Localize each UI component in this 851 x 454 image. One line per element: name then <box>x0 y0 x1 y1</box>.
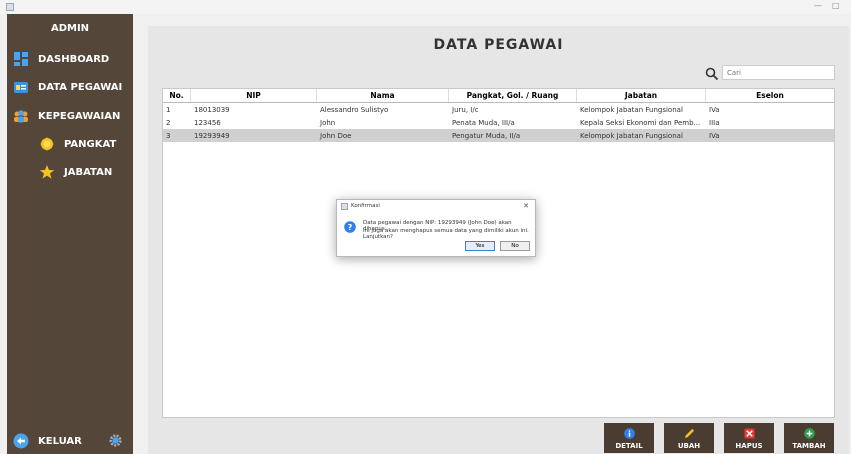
logout-button[interactable]: KELUAR <box>13 430 82 452</box>
cell-pangkat: Penata Muda, III/a <box>452 118 515 127</box>
yes-button[interactable]: Yes <box>465 241 495 251</box>
cell-no: 3 <box>166 131 171 140</box>
dialog-message-line2: Ini juga akan menghapus semua data yang … <box>363 228 529 240</box>
cell-eselon: IVa <box>709 105 720 114</box>
column-header-eselon[interactable]: Eselon <box>706 89 834 102</box>
cell-nip: 19293949 <box>194 131 230 140</box>
logout-icon <box>13 433 29 449</box>
cell-jabatan: Kepala Seksi Ekonomi dan Pemb... <box>580 118 701 127</box>
cell-nama: Alessandro Sulistyo <box>320 105 389 114</box>
svg-text:?: ? <box>348 223 353 232</box>
sidebar-item-label: JABATAN <box>64 166 113 178</box>
sidebar-item-kepegawaian[interactable]: KEPEGAWAIAN <box>13 105 120 127</box>
close-icon[interactable]: ✕ <box>523 202 529 210</box>
dashboard-icon <box>13 51 29 67</box>
cell-pangkat: Juru, I/c <box>452 105 479 114</box>
app-icon <box>6 3 14 11</box>
sidebar-item-jabatan[interactable]: JABATAN <box>39 161 112 183</box>
info-icon <box>623 428 635 439</box>
hapus-button[interactable]: HAPUS <box>724 423 774 453</box>
dialog-title: Konfirmasi <box>351 203 380 209</box>
cell-pangkat: Pengatur Muda, II/a <box>452 131 521 140</box>
ubah-button[interactable]: UBAH <box>664 423 714 453</box>
cell-no: 2 <box>166 118 171 127</box>
cell-eselon: IIIa <box>709 118 720 127</box>
medal-icon <box>39 136 55 152</box>
sidebar-item-label: PANGKAT <box>64 138 117 150</box>
sidebar-item-data-pegawai[interactable]: DATA PEGAWAI <box>13 76 122 98</box>
no-button[interactable]: No <box>500 241 530 251</box>
sidebar-item-label: KEPEGAWAIAN <box>38 110 121 122</box>
id-card-icon <box>13 79 29 95</box>
settings-icon[interactable] <box>108 433 123 448</box>
cell-eselon: IVa <box>709 131 720 140</box>
sidebar: ADMIN DASHBOARD DATA PEGAWAI KEPEGAWAIAN… <box>7 14 133 454</box>
ubah-label: UBAH <box>677 442 701 450</box>
cell-jabatan: Kelompok Jabatan Fungsional <box>580 131 683 140</box>
cell-nama: John Doe <box>320 131 352 140</box>
sidebar-item-pangkat[interactable]: PANGKAT <box>39 133 116 155</box>
table-row[interactable]: 1 18013039 Alessandro Sulistyo Juru, I/c… <box>163 103 834 116</box>
sidebar-title: ADMIN <box>50 23 90 34</box>
detail-label: DETAIL <box>615 442 643 450</box>
dialog-titlebar: Konfirmasi ✕ <box>337 200 535 213</box>
people-icon <box>13 108 29 124</box>
table-header: No. NIP Nama Pangkat, Gol. / Ruang Jabat… <box>163 89 834 103</box>
column-header-jabatan[interactable]: Jabatan <box>577 89 706 102</box>
search-input[interactable] <box>722 65 835 80</box>
pencil-icon <box>684 428 695 439</box>
table-row-selected[interactable]: 3 19293949 John Doe Pengatur Muda, II/a … <box>163 129 834 142</box>
page-title: DATA PEGAWAI <box>433 37 564 53</box>
cell-nama: John <box>320 118 336 127</box>
cell-jabatan: Kelompok Jabatan Fungsional <box>580 105 683 114</box>
hapus-label: HAPUS <box>735 442 763 450</box>
add-icon <box>803 428 815 439</box>
window-titlebar: — □ <box>0 0 851 14</box>
question-icon: ? <box>344 221 356 233</box>
table-row[interactable]: 2 123456 John Penata Muda, III/a Kepala … <box>163 116 834 129</box>
sidebar-item-dashboard[interactable]: DASHBOARD <box>13 48 109 70</box>
detail-button[interactable]: DETAIL <box>604 423 654 453</box>
tambah-label: TAMBAH <box>792 442 826 450</box>
delete-icon <box>743 428 755 439</box>
cell-no: 1 <box>166 105 171 114</box>
cell-nip: 18013039 <box>194 105 230 114</box>
minimize-button[interactable]: — <box>814 1 822 10</box>
column-header-no[interactable]: No. <box>163 89 191 102</box>
sidebar-item-label: DASHBOARD <box>38 53 110 65</box>
sidebar-item-label: DATA PEGAWAI <box>38 81 123 93</box>
column-header-pangkat[interactable]: Pangkat, Gol. / Ruang <box>449 89 577 102</box>
column-header-nip[interactable]: NIP <box>191 89 317 102</box>
logout-label: KELUAR <box>38 435 82 447</box>
tambah-button[interactable]: TAMBAH <box>784 423 834 453</box>
column-header-nama[interactable]: Nama <box>317 89 449 102</box>
dialog-app-icon <box>341 203 348 210</box>
maximize-button[interactable]: □ <box>832 1 840 10</box>
cell-nip: 123456 <box>194 118 221 127</box>
star-icon <box>39 164 55 180</box>
confirm-dialog: Konfirmasi ✕ ? Data pegawai dengan NIP: … <box>336 199 536 257</box>
search-icon <box>705 66 719 81</box>
